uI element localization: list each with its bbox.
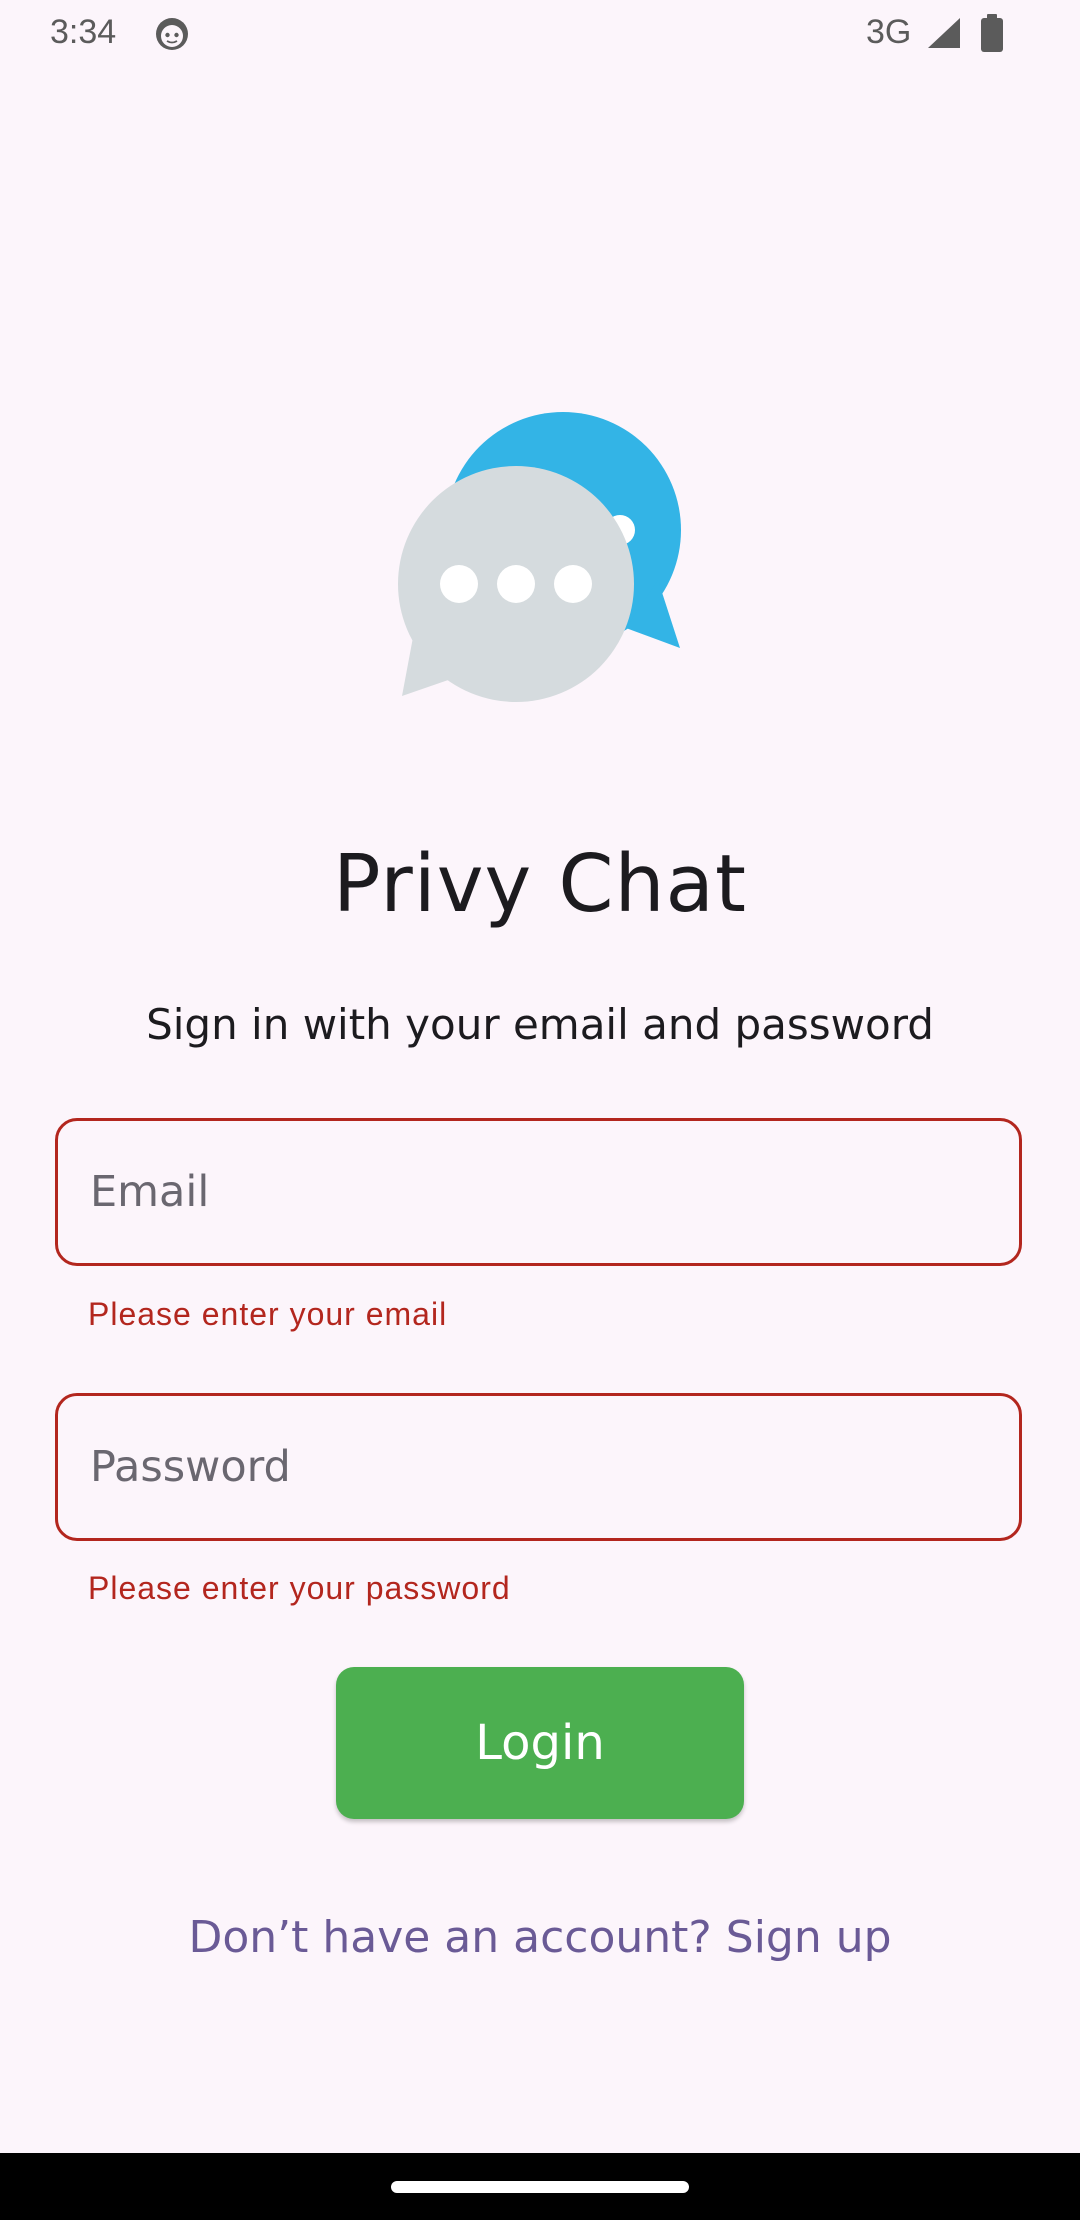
home-gesture-handle[interactable] xyxy=(391,2181,689,2193)
status-time: 3:34 xyxy=(50,13,117,51)
signal-icon xyxy=(928,18,960,48)
email-input[interactable] xyxy=(58,1121,1019,1263)
signup-link[interactable]: Don’t have an account? Sign up xyxy=(0,1912,1080,1963)
email-field[interactable] xyxy=(55,1118,1022,1266)
email-error-message: Please enter your email xyxy=(88,1296,448,1332)
status-bar: 3:34 3G xyxy=(0,0,1080,66)
signin-subtitle: Sign in with your email and password xyxy=(146,1000,934,1049)
password-field[interactable] xyxy=(55,1393,1022,1541)
password-input[interactable] xyxy=(58,1396,1019,1538)
password-error-message: Please enter your password xyxy=(88,1570,511,1606)
battery-icon xyxy=(981,14,1003,52)
login-button[interactable]: Login xyxy=(336,1667,744,1819)
app-title: Privy Chat xyxy=(333,838,747,930)
chat-bubbles-icon xyxy=(398,412,681,702)
face-icon xyxy=(156,18,188,50)
network-type: 3G xyxy=(866,13,912,51)
